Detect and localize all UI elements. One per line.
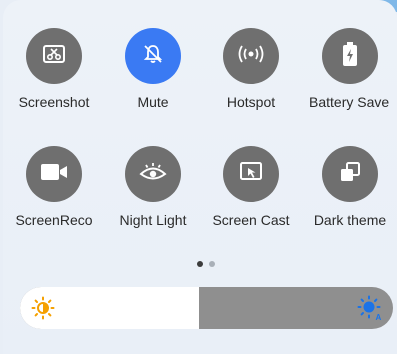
hotspot-icon	[237, 41, 265, 72]
screenshot-icon	[41, 41, 67, 72]
tile-screen-cast[interactable]: Screen Cast	[206, 146, 296, 228]
eye-icon	[138, 160, 168, 189]
tile-mute-button[interactable]	[125, 28, 181, 84]
quick-settings-panel: Screenshot Mute Hotspot Battery Save Scr…	[3, 0, 397, 354]
bell-off-icon	[140, 41, 166, 72]
brightness-slider[interactable]: A	[20, 287, 393, 329]
tile-screen-cast-label: Screen Cast	[212, 212, 290, 228]
cast-icon	[238, 159, 264, 190]
auto-brightness-badge: A	[376, 313, 382, 321]
tile-screen-cast-button[interactable]	[223, 146, 279, 202]
tile-hotspot[interactable]: Hotspot	[206, 28, 296, 110]
tile-battery-saver[interactable]: Battery Save	[305, 28, 395, 110]
dark-theme-icon	[338, 160, 362, 189]
brightness-low-icon	[31, 296, 55, 320]
tile-night-light-button[interactable]	[125, 146, 181, 202]
tile-dark-theme-label: Dark theme	[313, 212, 387, 228]
tile-hotspot-button[interactable]	[223, 28, 279, 84]
tile-mute[interactable]: Mute	[108, 28, 198, 110]
tile-screenshot-button[interactable]	[26, 28, 82, 84]
tile-screenshot[interactable]: Screenshot	[9, 28, 99, 110]
tile-dark-theme-button[interactable]	[322, 146, 378, 202]
tile-screen-record-button[interactable]	[26, 146, 82, 202]
page-dot	[209, 261, 215, 267]
page-dot-active	[197, 261, 203, 267]
tile-mute-label: Mute	[137, 94, 169, 110]
tile-night-light[interactable]: Night Light	[108, 146, 198, 228]
video-camera-icon	[39, 160, 69, 189]
tile-dark-theme[interactable]: Dark theme	[305, 146, 395, 228]
battery-icon	[340, 40, 360, 73]
tile-screen-record-label: ScreenReco	[15, 212, 93, 228]
page-indicator	[197, 261, 215, 267]
tile-screenshot-label: Screenshot	[18, 94, 90, 110]
tile-hotspot-label: Hotspot	[226, 94, 276, 110]
tile-night-light-label: Night Light	[119, 212, 187, 228]
auto-brightness-icon[interactable]: A	[357, 295, 383, 322]
tile-screen-record[interactable]: ScreenReco	[9, 146, 99, 228]
tile-battery-saver-button[interactable]	[322, 28, 378, 84]
tile-battery-saver-label: Battery Save	[309, 94, 390, 110]
